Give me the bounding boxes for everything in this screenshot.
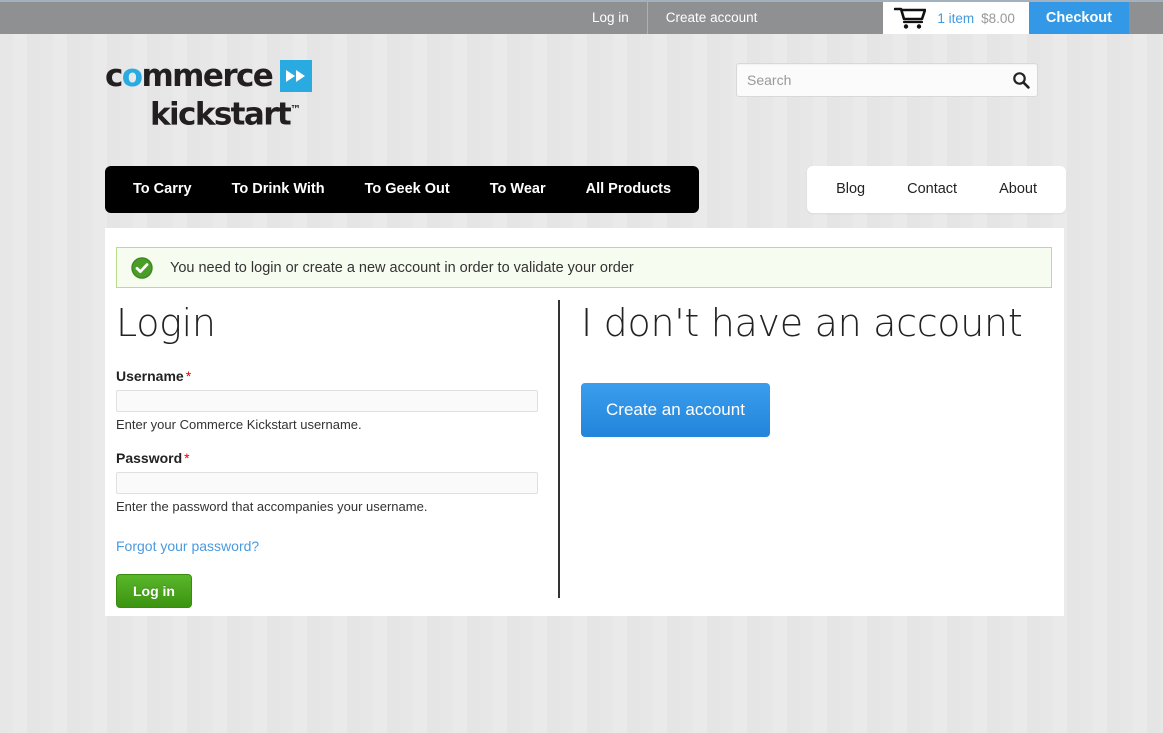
password-label: Password * — [116, 450, 558, 466]
nav-item-about[interactable]: About — [978, 166, 1058, 213]
logo-text-c: c — [105, 58, 123, 94]
nav-item-all-products[interactable]: All Products — [566, 166, 691, 213]
login-column: Login Username * Enter your Commerce Kick… — [105, 300, 558, 608]
logo-text-kickstart: kickstart — [150, 96, 292, 133]
username-required-marker: * — [185, 368, 192, 384]
status-message-text: You need to login or create a new accoun… — [170, 259, 634, 276]
logo-line-one: c o mmerce — [105, 58, 313, 94]
register-column: I don't have an account Create an accoun… — [560, 300, 1064, 608]
nav-item-to-carry[interactable]: To Carry — [113, 166, 212, 213]
username-label: Username * — [116, 368, 558, 384]
cart-total-price: $8.00 — [981, 10, 1015, 26]
top-utility-bar: Log in Create account 1 item $8.00 Check… — [0, 0, 1163, 34]
nav-item-to-drink-with[interactable]: To Drink With — [212, 166, 345, 213]
logo-trademark: ™ — [290, 103, 302, 116]
check-circle-icon — [131, 256, 153, 279]
topbar-links: Log in Create account — [574, 2, 775, 34]
cart-summary[interactable]: 1 item $8.00 Checkout — [883, 2, 1129, 34]
search-icon[interactable] — [1005, 65, 1037, 95]
topbar-create-account-link[interactable]: Create account — [648, 2, 776, 34]
cart-item-count: 1 item — [937, 10, 975, 26]
login-submit-button[interactable]: Log in — [116, 574, 192, 608]
search-box[interactable] — [736, 63, 1038, 97]
secondary-navigation: Blog Contact About — [807, 166, 1066, 213]
fast-forward-icon — [280, 60, 313, 92]
username-input[interactable] — [116, 390, 538, 412]
login-columns: Login Username * Enter your Commerce Kick… — [105, 300, 1064, 608]
username-label-text: Username — [116, 368, 184, 384]
forgot-password-link[interactable]: Forgot your password? — [116, 538, 259, 554]
username-description: Enter your Commerce Kickstart username. — [116, 417, 362, 432]
topbar-tail-spacer — [1129, 2, 1163, 34]
logo-text-o: o — [121, 58, 143, 94]
logo-line-two: kickstart™ — [150, 94, 305, 130]
nav-item-to-geek-out[interactable]: To Geek Out — [345, 166, 470, 213]
nav-item-contact[interactable]: Contact — [886, 166, 978, 213]
login-submit-row: Log in — [116, 574, 558, 608]
nav-item-to-wear[interactable]: To Wear — [470, 166, 566, 213]
site-header: c o mmerce kickstart™ — [0, 34, 1163, 164]
checkout-button[interactable]: Checkout — [1028, 2, 1129, 34]
password-input[interactable] — [116, 472, 538, 494]
login-heading: Login — [116, 301, 216, 345]
create-account-button[interactable]: Create an account — [581, 383, 770, 437]
topbar-login-link[interactable]: Log in — [574, 2, 647, 34]
password-required-marker: * — [184, 450, 190, 466]
content-card: You need to login or create a new accoun… — [105, 228, 1064, 616]
status-message: You need to login or create a new accoun… — [116, 247, 1052, 288]
logo-text-mmerce: mmerce — [141, 58, 273, 94]
register-heading: I don't have an account — [581, 301, 1023, 345]
password-label-text: Password — [116, 450, 183, 466]
password-description: Enter the password that accompanies your… — [116, 499, 428, 514]
search-input[interactable] — [737, 66, 1005, 94]
nav-item-blog[interactable]: Blog — [815, 166, 886, 213]
primary-navigation: To Carry To Drink With To Geek Out To We… — [105, 166, 700, 213]
shopping-cart-icon — [893, 6, 927, 30]
site-logo[interactable]: c o mmerce kickstart™ — [105, 58, 313, 130]
